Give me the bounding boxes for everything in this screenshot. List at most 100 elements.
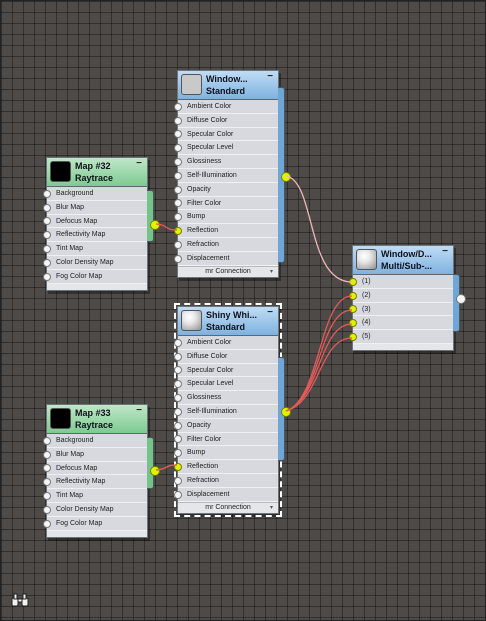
minimize-button[interactable]: − [267,71,273,82]
slot-glossiness[interactable]: Glossiness [174,155,278,169]
input-socket[interactable] [174,421,182,430]
input-socket[interactable] [174,185,182,194]
input-socket[interactable] [43,450,51,459]
input-socket[interactable] [174,435,182,444]
input-socket[interactable] [174,338,182,347]
minimize-button[interactable]: − [267,307,273,318]
slot-specular-level[interactable]: Specular Level [174,141,278,156]
input-socket[interactable] [43,245,51,254]
slot-bump[interactable]: Bump [174,446,278,461]
mr-connection-rollout[interactable]: mr Connection ▾ [178,265,278,277]
slot-diffuse-color[interactable]: Diffuse Color [174,114,278,128]
slot-sub-1[interactable]: (1) [349,275,453,289]
minimize-button[interactable]: − [136,158,142,169]
input-socket[interactable] [43,436,51,445]
slot-fog-color-map[interactable]: Fog Color Map [43,270,147,284]
input-socket[interactable] [174,240,182,249]
output-socket[interactable] [456,294,466,304]
slot-sub-4[interactable]: (4) [349,316,453,331]
node-header[interactable]: Map #32 Raytrace − [47,158,147,187]
slot-reflection[interactable]: Reflection [174,460,278,474]
input-socket[interactable] [43,231,51,240]
slot-color-density-map[interactable]: Color Density Map [43,256,147,270]
input-socket-connected[interactable] [349,291,357,300]
slot-ambient-color[interactable]: Ambient Color [174,100,278,114]
slot-defocus-map[interactable]: Defocus Map [43,462,147,476]
slot-color-density-map[interactable]: Color Density Map [43,503,147,517]
slot-tint-map[interactable]: Tint Map [43,242,147,256]
input-socket-connected[interactable] [349,319,357,328]
node-header[interactable]: Map #33 Raytrace − [47,405,147,434]
input-socket-connected[interactable] [349,305,357,314]
input-socket-connected[interactable] [174,463,182,472]
input-socket[interactable] [174,116,182,125]
slot-specular-color[interactable]: Specular Color [174,128,278,142]
slot-filter-color[interactable]: Filter Color [174,433,278,447]
slot-reflectivity-map[interactable]: Reflectivity Map [43,475,147,490]
window-material-node[interactable]: Window... Standard − Ambient Color Diffu… [174,70,291,278]
slot-bump[interactable]: Bump [174,210,278,225]
input-socket[interactable] [174,352,182,361]
input-socket[interactable] [174,144,182,153]
minimize-button[interactable]: − [136,405,142,416]
multisub-material-node[interactable]: Window/D... Multi/Sub-... − (1) (2) (3) … [349,245,466,351]
slot-fog-color-map[interactable]: Fog Color Map [43,517,147,531]
input-socket[interactable] [43,464,51,473]
input-socket[interactable] [43,217,51,226]
slot-filter-color[interactable]: Filter Color [174,197,278,211]
input-socket[interactable] [43,258,51,267]
input-socket[interactable] [174,449,182,458]
node-header[interactable]: Shiny Whi... Standard − [178,307,278,336]
input-socket[interactable] [174,130,182,139]
slot-displacement[interactable]: Displacement [174,488,278,502]
slot-ambient-color[interactable]: Ambient Color [174,336,278,350]
slot-blur-map[interactable]: Blur Map [43,448,147,462]
slot-background[interactable]: Background [43,187,147,201]
wire-window-to-multisub-1[interactable] [285,175,353,283]
input-socket[interactable] [43,272,51,281]
slot-specular-level[interactable]: Specular Level [174,377,278,392]
slot-self-illumination[interactable]: Self-Illumination [174,169,278,183]
map32-raytrace-node[interactable]: Map #32 Raytrace − Background Blur Map D… [43,157,160,291]
slot-sub-3[interactable]: (3) [349,303,453,317]
slot-sub-5[interactable]: (5) [349,330,453,344]
node-header[interactable]: Window/D... Multi/Sub-... − [353,246,453,275]
slot-defocus-map[interactable]: Defocus Map [43,215,147,229]
input-socket[interactable] [43,519,51,528]
input-socket[interactable] [43,478,51,487]
slot-opacity[interactable]: Opacity [174,419,278,433]
input-socket[interactable] [174,394,182,403]
wire-shiny-to-multisub-2[interactable] [285,295,353,412]
slate-material-editor-view[interactable]: Window... Standard − Ambient Color Diffu… [0,0,486,621]
wire-shiny-to-multisub-4[interactable] [285,323,353,412]
slot-reflectivity-map[interactable]: Reflectivity Map [43,228,147,243]
input-socket[interactable] [174,366,182,375]
input-socket[interactable] [174,171,182,180]
map33-raytrace-node[interactable]: Map #33 Raytrace − Background Blur Map D… [43,404,160,538]
input-socket[interactable] [174,213,182,222]
node-header[interactable]: Window... Standard − [178,71,278,100]
mr-connection-rollout[interactable]: mr Connection ▾ [178,501,278,513]
input-socket[interactable] [174,476,182,485]
slot-blur-map[interactable]: Blur Map [43,201,147,215]
slot-refraction[interactable]: Refraction [174,474,278,488]
output-socket-connected[interactable] [281,172,291,182]
slot-reflection[interactable]: Reflection [174,224,278,238]
input-socket-connected[interactable] [174,227,182,236]
input-socket[interactable] [43,189,51,198]
input-socket[interactable] [174,199,182,208]
slot-displacement[interactable]: Displacement [174,252,278,266]
output-socket-connected[interactable] [150,220,160,230]
input-socket[interactable] [174,407,182,416]
slot-sub-2[interactable]: (2) [349,289,453,303]
input-socket[interactable] [174,102,182,111]
slot-tint-map[interactable]: Tint Map [43,489,147,503]
slot-diffuse-color[interactable]: Diffuse Color [174,350,278,364]
input-socket-connected[interactable] [349,277,357,286]
slot-self-illumination[interactable]: Self-Illumination [174,405,278,419]
output-socket-connected[interactable] [281,407,291,417]
input-socket[interactable] [43,203,51,212]
output-socket-connected[interactable] [150,466,160,476]
wire-shiny-to-multisub-3[interactable] [285,309,353,412]
expand-arrow-icon[interactable]: ▾ [270,503,273,513]
